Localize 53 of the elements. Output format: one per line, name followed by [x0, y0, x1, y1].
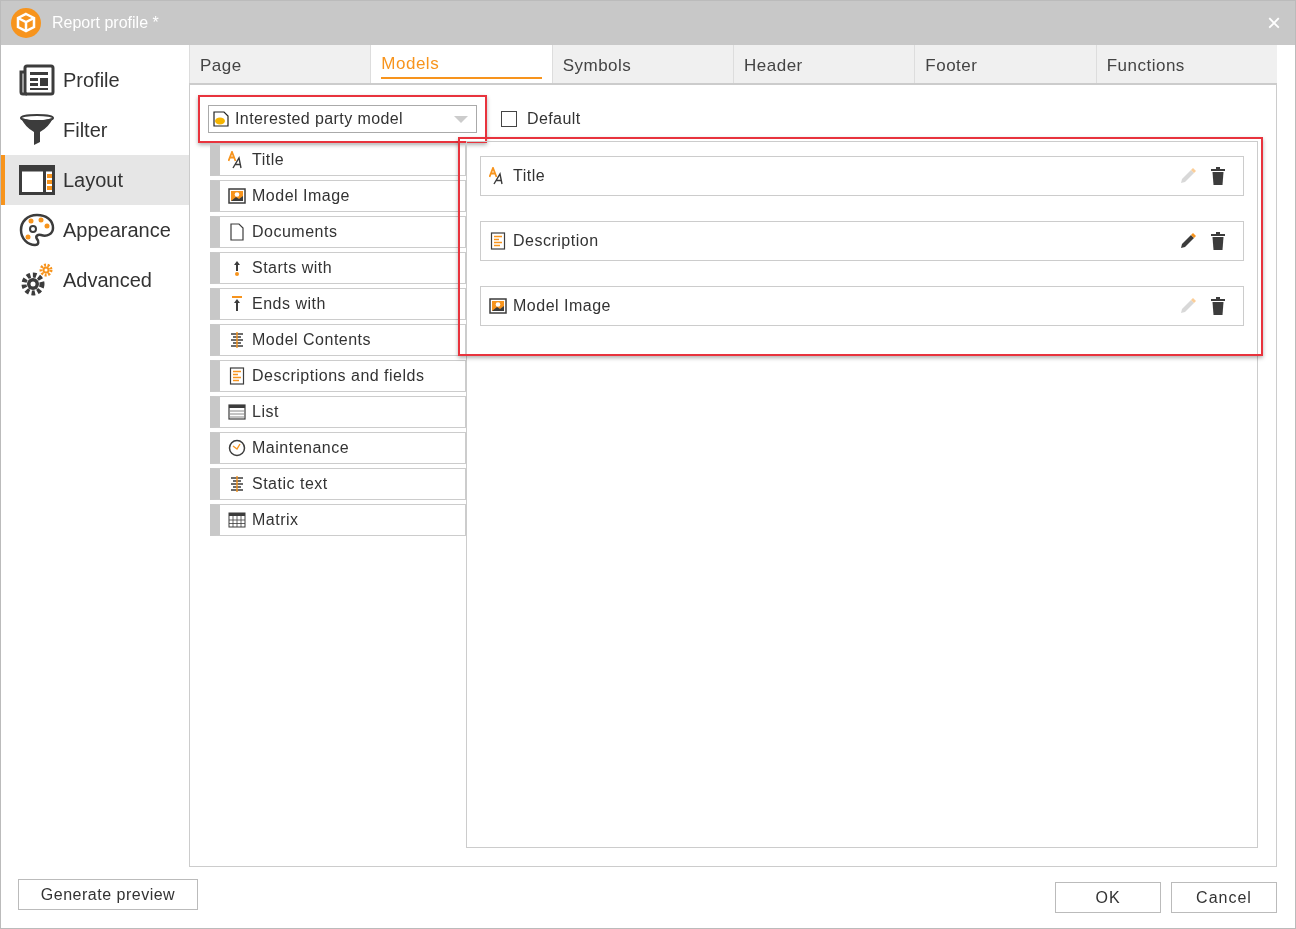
generate-preview-button[interactable]: Generate preview [18, 879, 198, 910]
element-item[interactable]: Model Image [210, 180, 466, 212]
form-icon [490, 232, 506, 250]
text-lines-icon [229, 475, 245, 493]
layout-row[interactable]: Model Image [480, 286, 1244, 326]
up-arrow-icon [231, 295, 243, 313]
grid-icon [228, 512, 246, 528]
element-item[interactable]: Matrix [210, 504, 466, 536]
element-item[interactable]: Ends with [210, 288, 466, 320]
funnel-icon [19, 113, 55, 147]
dialog-button[interactable]: Cancel [1171, 882, 1277, 913]
cube-logo-icon [10, 7, 42, 39]
tab[interactable]: Header [733, 45, 915, 83]
sidebar-item[interactable]: Layout [1, 155, 189, 205]
image-icon [489, 298, 507, 314]
form-icon [229, 367, 245, 385]
trash-icon[interactable] [1211, 232, 1225, 250]
gears-icon [19, 262, 55, 298]
element-item[interactable]: Documents [210, 216, 466, 248]
document-icon [229, 223, 245, 241]
element-item[interactable]: Static text [210, 468, 466, 500]
layout-icon [19, 165, 55, 195]
list-icon [228, 404, 246, 420]
tab[interactable]: Functions [1095, 45, 1277, 83]
up-arrow-icon [231, 259, 243, 277]
element-item[interactable]: Title [210, 144, 466, 176]
element-item[interactable]: Maintenance [210, 432, 466, 464]
clock-icon [228, 439, 246, 457]
trash-icon[interactable] [1211, 297, 1225, 315]
layout-row[interactable]: Title [480, 156, 1244, 196]
checkbox[interactable] [501, 111, 517, 127]
model-icon [213, 111, 229, 127]
sidebar-item[interactable]: Filter [1, 105, 189, 155]
element-item[interactable]: Descriptions and fields [210, 360, 466, 392]
dialog-button[interactable]: OK [1055, 882, 1161, 913]
sidebar-item[interactable]: Profile [1, 55, 189, 105]
element-item[interactable]: Starts with [210, 252, 466, 284]
trash-icon[interactable] [1211, 167, 1225, 185]
element-item[interactable]: Model Contents [210, 324, 466, 356]
layout-row[interactable]: Description [480, 221, 1244, 261]
checkbox-label: Default [527, 109, 581, 129]
newspaper-icon [19, 64, 55, 96]
dropdown-arrow-icon [454, 115, 468, 123]
model-dropdown[interactable]: Interested party model [208, 105, 477, 133]
text-lines-icon [229, 331, 245, 349]
sidebar-item[interactable]: Appearance [1, 205, 189, 255]
palette-icon [19, 213, 55, 247]
element-item[interactable]: List [210, 396, 466, 428]
tab[interactable]: Footer [914, 45, 1096, 83]
pencil-icon[interactable] [1179, 232, 1197, 250]
tab[interactable]: Symbols [551, 45, 733, 83]
sidebar-item[interactable]: Advanced [1, 255, 189, 305]
image-icon [228, 188, 246, 204]
